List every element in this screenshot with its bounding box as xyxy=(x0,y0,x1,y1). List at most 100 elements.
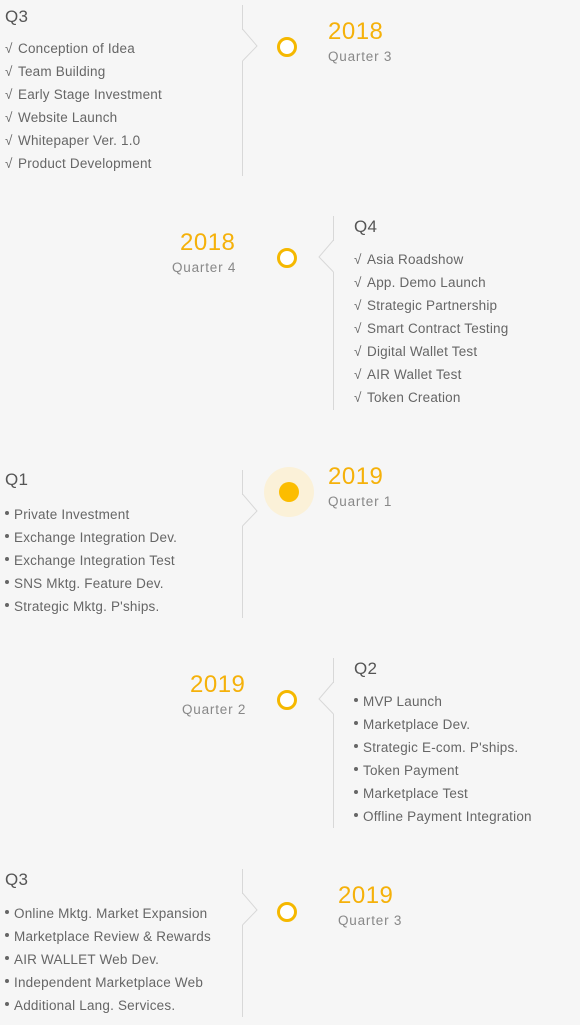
list-item: Strategic E-com. P'ships. xyxy=(354,736,532,759)
bullet-icon xyxy=(354,698,358,703)
milestone-year: 2019 xyxy=(190,671,246,698)
bullet-icon xyxy=(5,557,9,562)
pointer-arrow-icon xyxy=(242,29,258,62)
bullet-icon xyxy=(5,979,9,984)
check-icon: √ xyxy=(5,133,13,148)
bullet-icon xyxy=(354,767,358,772)
milestone-quarter: Quarter 2 xyxy=(182,702,247,717)
list-item: Strategic Mktg. P'ships. xyxy=(5,595,177,618)
card-border xyxy=(242,526,243,618)
card-border xyxy=(242,869,243,894)
bullet-icon xyxy=(5,534,9,539)
list-item: √ Asia Roadshow xyxy=(354,248,508,271)
timeline-node-icon xyxy=(277,690,297,710)
list-item: √ Conception of Idea xyxy=(5,37,162,60)
milestone-title: Q1 xyxy=(5,470,29,489)
list-item: √ Whitepaper Ver. 1.0 xyxy=(5,129,162,152)
card-border xyxy=(333,216,334,241)
milestone-item-list: √ Asia Roadshow √ App. Demo Launch √ Strate… xyxy=(354,248,508,409)
check-icon: √ xyxy=(354,275,362,290)
milestone-year: 2019 xyxy=(338,882,394,909)
milestone-2019-q1: Q1 Private Investment Exchange Integrati… xyxy=(0,460,580,620)
card-border xyxy=(333,714,334,828)
bullet-icon xyxy=(354,744,358,749)
bullet-icon xyxy=(5,511,9,516)
milestone-quarter: Quarter 3 xyxy=(338,913,403,928)
pointer-arrow-icon xyxy=(242,494,258,527)
list-item: Marketplace Test xyxy=(354,782,532,805)
check-icon: √ xyxy=(5,156,13,171)
card-border xyxy=(333,658,334,683)
milestone-year: 2018 xyxy=(328,18,384,45)
list-item: Online Mktg. Market Expansion xyxy=(5,902,211,925)
list-item: SNS Mktg. Feature Dev. xyxy=(5,572,177,595)
check-icon: √ xyxy=(354,367,362,382)
milestone-title: Q2 xyxy=(354,659,378,678)
check-icon: √ xyxy=(354,298,362,313)
list-item: √ AIR Wallet Test xyxy=(354,363,508,386)
milestone-year: 2018 xyxy=(180,229,236,256)
milestone-quarter: Quarter 3 xyxy=(328,49,393,64)
pointer-arrow-icon xyxy=(318,240,334,273)
card-border xyxy=(242,61,243,176)
check-icon: √ xyxy=(5,87,13,102)
list-item: √ Product Development xyxy=(5,152,162,175)
bullet-icon xyxy=(354,721,358,726)
timeline-node-icon xyxy=(277,902,297,922)
check-icon: √ xyxy=(354,321,362,336)
list-item: Exchange Integration Test xyxy=(5,549,177,572)
list-item: √ App. Demo Launch xyxy=(354,271,508,294)
bullet-icon xyxy=(5,580,9,585)
check-icon: √ xyxy=(5,110,13,125)
current-timeline-node-icon xyxy=(279,482,299,502)
card-border xyxy=(242,5,243,30)
timeline-node-icon xyxy=(277,37,297,57)
pointer-arrow-icon xyxy=(242,893,258,926)
list-item: √ Digital Wallet Test xyxy=(354,340,508,363)
milestone-quarter: Quarter 4 xyxy=(172,260,237,275)
milestone-item-list: Online Mktg. Market Expansion Marketplac… xyxy=(5,902,211,1017)
list-item: √ Smart Contract Testing xyxy=(354,317,508,340)
milestone-item-list: MVP Launch Marketplace Dev. Strategic E-… xyxy=(354,690,532,828)
milestone-2019-q2: 2019 Quarter 2 Q2 MVP Launch Marketplace… xyxy=(0,650,580,835)
list-item: √ Team Building xyxy=(5,60,162,83)
bullet-icon xyxy=(5,933,9,938)
list-item: √ Early Stage Investment xyxy=(5,83,162,106)
milestone-2018-q3: Q3 √ Conception of Idea √ Team Building √ E… xyxy=(0,0,580,180)
milestone-title: Q3 xyxy=(5,7,29,26)
card-border xyxy=(333,272,334,410)
list-item: √ Website Launch xyxy=(5,106,162,129)
list-item: Token Payment xyxy=(354,759,532,782)
list-item: Marketplace Dev. xyxy=(354,713,532,736)
milestone-2019-q3: Q3 Online Mktg. Market Expansion Marketp… xyxy=(0,860,580,1025)
milestone-quarter: Quarter 1 xyxy=(328,494,393,509)
list-item: Private Investment xyxy=(5,503,177,526)
milestone-title: Q3 xyxy=(5,870,29,889)
list-item: AIR WALLET Web Dev. xyxy=(5,948,211,971)
bullet-icon xyxy=(5,603,9,608)
check-icon: √ xyxy=(5,41,13,56)
timeline-node-icon xyxy=(277,248,297,268)
bullet-icon xyxy=(5,910,9,915)
list-item: √ Strategic Partnership xyxy=(354,294,508,317)
check-icon: √ xyxy=(354,344,362,359)
bullet-icon xyxy=(354,790,358,795)
milestone-item-list: √ Conception of Idea √ Team Building √ Earl… xyxy=(5,37,162,175)
check-icon: √ xyxy=(354,390,362,405)
milestone-item-list: Private Investment Exchange Integration … xyxy=(5,503,177,618)
card-border xyxy=(242,925,243,1017)
pointer-arrow-icon xyxy=(318,682,334,715)
card-border xyxy=(242,470,243,495)
bullet-icon xyxy=(5,1002,9,1007)
list-item: Marketplace Review & Rewards xyxy=(5,925,211,948)
list-item: √ Token Creation xyxy=(354,386,508,409)
list-item: MVP Launch xyxy=(354,690,532,713)
check-icon: √ xyxy=(354,252,362,267)
list-item: Offline Payment Integration xyxy=(354,805,532,828)
milestone-2018-q4: 2018 Quarter 4 Q4 √ Asia Roadshow √ App. D… xyxy=(0,210,580,410)
list-item: Exchange Integration Dev. xyxy=(5,526,177,549)
milestone-year: 2019 xyxy=(328,463,384,490)
list-item: Additional Lang. Services. xyxy=(5,994,211,1017)
bullet-icon xyxy=(354,813,358,818)
list-item: Independent Marketplace Web xyxy=(5,971,211,994)
